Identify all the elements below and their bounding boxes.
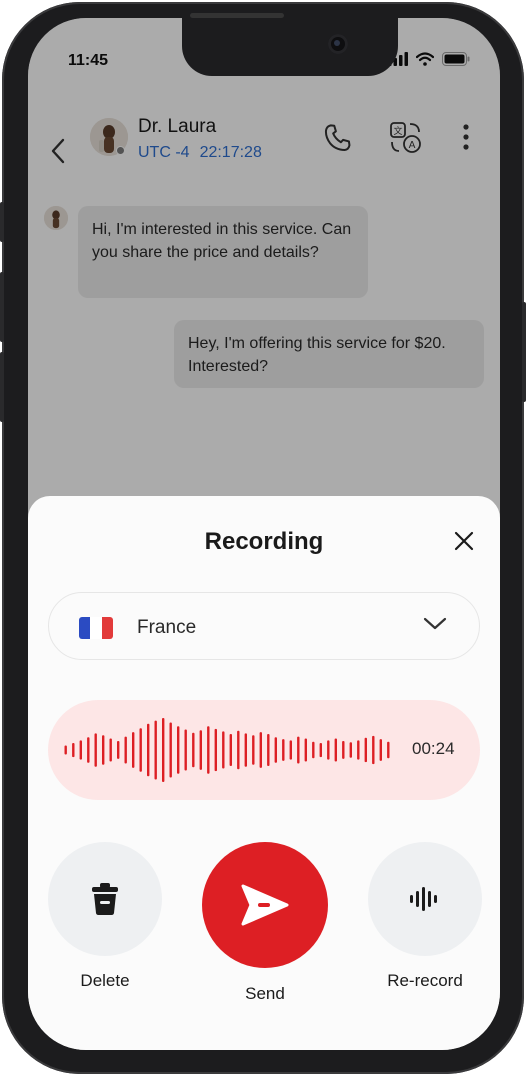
send-button[interactable] xyxy=(202,842,328,968)
waveform xyxy=(64,718,390,782)
waveform-bar xyxy=(79,740,82,760)
rerecord-label: Re-record xyxy=(387,971,463,990)
waveform-bar xyxy=(102,735,105,765)
waveform-bar xyxy=(162,718,165,782)
france-flag-icon xyxy=(79,617,113,639)
waveform-bar xyxy=(319,743,322,758)
waveform-bar xyxy=(199,730,202,770)
language-select[interactable]: France xyxy=(48,592,480,660)
waveform-bar xyxy=(274,737,277,763)
sheet-title: Recording xyxy=(204,528,324,555)
front-camera xyxy=(328,34,348,54)
waveform-bar xyxy=(357,740,360,760)
waveform-bar xyxy=(327,740,330,760)
sound-wave-icon xyxy=(410,887,437,911)
language-label: France xyxy=(137,617,197,638)
delete-label: Delete xyxy=(80,971,130,990)
delete-button[interactable] xyxy=(48,842,162,956)
power-button xyxy=(522,302,526,402)
phone-screen: 11:45 Dr. Laura UTC -4 22:17:28 文 A Hi, … xyxy=(28,18,500,1050)
waveform-bar xyxy=(94,733,97,767)
waveform-bar xyxy=(147,723,150,777)
waveform-bar xyxy=(267,734,270,766)
waveform-bar xyxy=(184,729,187,771)
trash-icon xyxy=(92,883,118,915)
waveform-bar xyxy=(177,726,180,774)
waveform-bar xyxy=(109,738,112,762)
waveform-bar xyxy=(379,739,382,761)
close-icon[interactable] xyxy=(453,530,475,552)
flag-stripe xyxy=(101,617,113,639)
flag-stripe xyxy=(90,617,102,639)
waveform-bar xyxy=(304,738,307,762)
recording-duration: 00:24 xyxy=(412,739,455,758)
waveform-bar xyxy=(372,735,375,765)
phone-frame: 11:45 Dr. Laura UTC -4 22:17:28 文 A Hi, … xyxy=(0,2,526,1074)
waveform-bar xyxy=(252,735,255,765)
volume-up-button xyxy=(0,272,4,342)
waveform-bar xyxy=(237,730,240,770)
rerecord-button[interactable] xyxy=(368,842,482,956)
volume-down-button xyxy=(0,352,4,422)
waveform-bar xyxy=(312,741,315,759)
mute-switch xyxy=(0,202,4,242)
waveform-bar xyxy=(124,736,127,764)
send-arrow-icon xyxy=(241,884,289,926)
earpiece-speaker xyxy=(190,13,284,18)
send-label: Send xyxy=(245,984,285,1003)
waveform-bar xyxy=(169,722,172,778)
waveform-bar xyxy=(229,734,232,766)
waveform-bar xyxy=(349,742,352,758)
waveform-bar xyxy=(72,743,75,758)
waveform-bar xyxy=(342,741,345,759)
waveform-bar xyxy=(297,736,300,764)
waveform-bar xyxy=(289,740,292,760)
waveform-bar xyxy=(214,728,217,772)
waveform-bar xyxy=(282,739,285,761)
notch xyxy=(182,18,398,76)
recording-sheet: Recording France 00:24 Delete Send Re-re… xyxy=(28,496,500,1050)
flag-stripe xyxy=(79,617,91,639)
waveform-bar xyxy=(334,738,337,762)
waveform-bar xyxy=(364,737,367,763)
waveform-bar xyxy=(132,732,135,768)
waveform-bar xyxy=(222,731,225,769)
waveform-bar xyxy=(87,737,90,763)
chevron-down-icon xyxy=(423,617,447,630)
waveform-bar xyxy=(139,728,142,772)
waveform-bar xyxy=(64,745,67,755)
waveform-bar xyxy=(259,732,262,768)
audio-waveform-panel[interactable]: 00:24 xyxy=(48,700,480,800)
waveform-bar xyxy=(117,741,120,759)
waveform-bar xyxy=(387,741,390,759)
waveform-bar xyxy=(154,720,157,780)
waveform-bar xyxy=(207,726,210,774)
waveform-bar xyxy=(192,732,195,768)
waveform-bar xyxy=(244,733,247,767)
